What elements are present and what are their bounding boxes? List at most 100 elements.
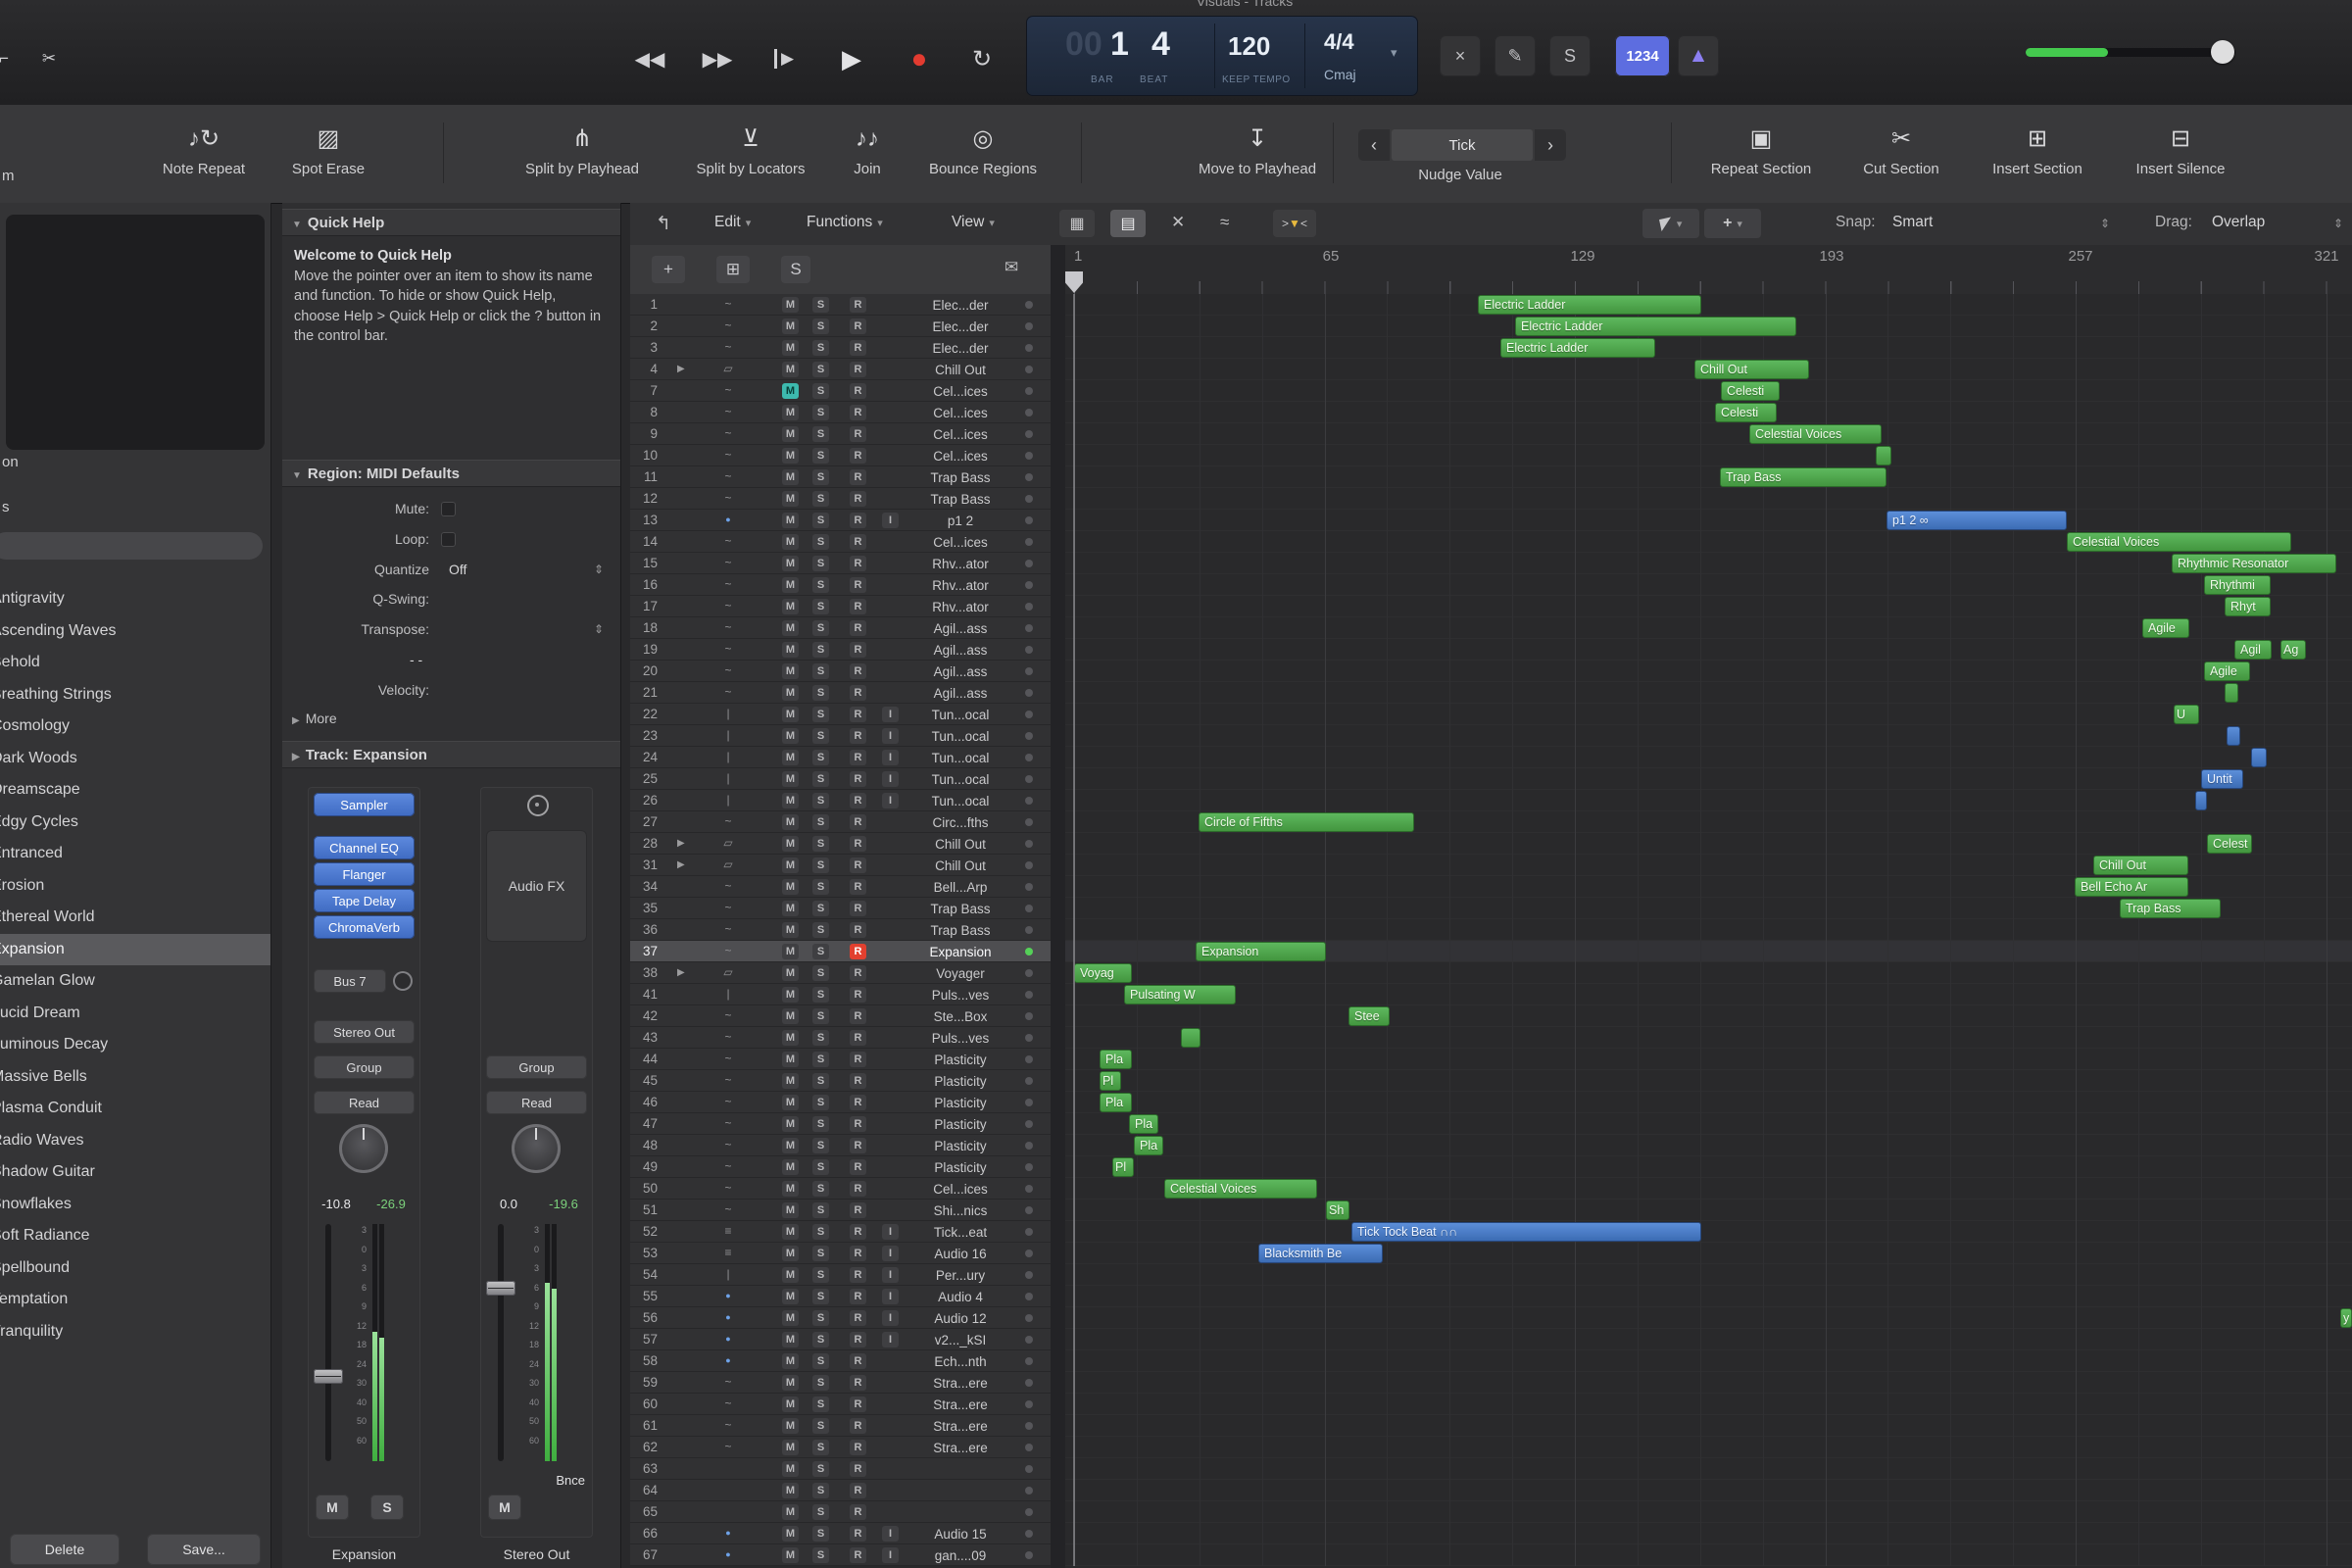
track-lane[interactable] [1065, 1523, 2352, 1544]
track-name[interactable]: Plasticity [897, 1053, 1024, 1067]
track-solo-button[interactable]: S [812, 922, 829, 938]
track-record-button[interactable]: R [850, 318, 866, 334]
track-solo-button[interactable]: S [812, 1289, 829, 1304]
checkbox[interactable] [441, 532, 456, 547]
track-name[interactable]: Tun...ocal [897, 708, 1024, 722]
stepper-icon[interactable]: ⇕ [594, 622, 604, 636]
track-record-button[interactable]: R [850, 491, 866, 507]
region[interactable]: Pla [1129, 1114, 1158, 1134]
track-record-button[interactable]: R [850, 1526, 866, 1542]
track-solo-button[interactable]: S [812, 814, 829, 830]
lcd-display[interactable]: 00 1 4 BAR BEAT 120 KEEP TEMPO 4/4 Cmaj … [1026, 16, 1418, 96]
track-name[interactable]: Cel...ices [897, 406, 1024, 420]
automation-mode[interactable]: Read [486, 1091, 587, 1114]
track-mute-button[interactable]: M [782, 491, 799, 507]
track-lane[interactable] [1065, 1156, 2352, 1178]
track-lane[interactable] [1065, 962, 2352, 984]
global-solo-button[interactable]: S [781, 256, 810, 283]
library-item[interactable]: Breathing Strings [0, 679, 270, 710]
mail-icon[interactable]: ✉ [1004, 258, 1018, 277]
track-name[interactable]: Agil...ass [897, 643, 1024, 658]
library-item[interactable]: Spellbound [0, 1252, 270, 1284]
track-header-row[interactable]: 23|MSRITun...ocal [630, 725, 1051, 747]
track-solo-button[interactable]: S [812, 901, 829, 916]
region[interactable]: Chill Out [2093, 856, 2188, 875]
updown-chevron-icon[interactable]: ⇕ [2333, 217, 2343, 230]
track-header-row[interactable]: 27~MSRCirc...fths [630, 811, 1051, 833]
track-record-button[interactable]: R [850, 405, 866, 420]
track-lane[interactable] [1065, 1544, 2352, 1566]
track-solo-button[interactable]: S [812, 1483, 829, 1498]
region[interactable]: Agil [2234, 640, 2272, 660]
toolbar-repeat-section-button[interactable]: ▣Repeat Section [1711, 119, 1812, 177]
region[interactable]: Trap Bass [2120, 899, 2221, 918]
track-name[interactable]: Chill Out [897, 858, 1024, 873]
track-record-button[interactable]: R [850, 1073, 866, 1089]
track-lane[interactable] [1065, 574, 2352, 596]
track-header-row[interactable]: 1~MSRElec...der [630, 294, 1051, 316]
disclosure-triangle-icon[interactable]: ▶ [677, 967, 685, 978]
track-solo-button[interactable]: S [812, 1267, 829, 1283]
track-solo-button[interactable]: S [812, 362, 829, 377]
region[interactable]: Sh [1326, 1200, 1349, 1220]
track-mute-button[interactable]: M [782, 1095, 799, 1110]
library-item[interactable]: Lucid Dream [0, 998, 270, 1029]
track-lane[interactable] [1065, 445, 2352, 466]
track-solo-button[interactable]: S [812, 1181, 829, 1197]
region[interactable]: Tick Tock Beat ∩∩ [1351, 1222, 1701, 1242]
track-solo-button[interactable]: S [812, 1418, 829, 1434]
track-header-row[interactable]: 10~MSRCel...ices [630, 445, 1051, 466]
track-name[interactable]: Tun...ocal [897, 751, 1024, 765]
track-header-row[interactable]: 51~MSRShi...nics [630, 1200, 1051, 1221]
record-button[interactable]: ● [890, 37, 949, 80]
nudge-value-stepper[interactable]: ‹ Tick › [1358, 129, 1566, 161]
delete-button[interactable]: Delete [10, 1534, 120, 1565]
track-lane[interactable] [1065, 1480, 2352, 1501]
track-name[interactable]: Puls...ves [897, 1031, 1024, 1046]
region[interactable] [2195, 791, 2207, 810]
track-mute-button[interactable]: M [782, 1289, 799, 1304]
track-header-row[interactable]: 34~MSRBell...Arp [630, 876, 1051, 898]
track-solo-button[interactable]: S [812, 965, 829, 981]
track-record-button[interactable]: R [850, 642, 866, 658]
track-solo-button[interactable]: S [812, 1138, 829, 1153]
plugin-slot[interactable]: Flanger [314, 862, 415, 886]
track-solo-button[interactable]: S [812, 879, 829, 895]
volume-fader[interactable] [314, 1369, 343, 1384]
track-lane[interactable] [1065, 1458, 2352, 1480]
track-record-button[interactable]: R [850, 534, 866, 550]
track-record-button[interactable]: R [850, 297, 866, 313]
metronome-button[interactable]: ▲ [1678, 35, 1719, 76]
track-header-row[interactable]: 19~MSRAgil...ass [630, 639, 1051, 661]
track-mute-button[interactable]: M [782, 340, 799, 356]
track-mute-button[interactable]: M [782, 1181, 799, 1197]
region[interactable]: Electric Ladder [1500, 338, 1655, 358]
track-mute-button[interactable]: M [782, 944, 799, 959]
library-item[interactable]: Soft Radiance [0, 1220, 270, 1251]
disclosure-triangle-icon[interactable]: ▶ [677, 838, 685, 849]
track-inspector-header[interactable]: ▶Track: Expansion [282, 741, 620, 768]
track-mute-button[interactable]: M [782, 922, 799, 938]
lanes-view-button[interactable]: ▤ [1110, 210, 1146, 237]
track-name[interactable]: Tun...ocal [897, 794, 1024, 808]
track-name[interactable]: Circ...fths [897, 815, 1024, 830]
region[interactable]: Pla [1100, 1093, 1132, 1112]
region[interactable]: Pl [1100, 1071, 1121, 1091]
region[interactable]: Chill Out [1694, 360, 1809, 379]
track-mute-button[interactable]: M [782, 1159, 799, 1175]
track-header-row[interactable]: 52≡MSRITick...eat [630, 1221, 1051, 1243]
track-solo-button[interactable]: S [812, 426, 829, 442]
track-mute-button[interactable]: M [782, 599, 799, 614]
track-header-row[interactable]: 26|MSRITun...ocal [630, 790, 1051, 811]
track-solo-button[interactable]: S [812, 1030, 829, 1046]
track-record-button[interactable]: R [850, 965, 866, 981]
toolbar-move-to-playhead-button[interactable]: ↧Move to Playhead [1199, 119, 1316, 177]
track-name[interactable]: Expansion [897, 945, 1024, 959]
track-name[interactable]: Cel...ices [897, 535, 1024, 550]
track-name[interactable]: Trap Bass [897, 492, 1024, 507]
track-header-row[interactable]: 43~MSRPuls...ves [630, 1027, 1051, 1049]
track-header-row[interactable]: 37~MSRExpansion [630, 941, 1051, 962]
library-item[interactable]: Ascending Waves [0, 615, 270, 647]
track-header-row[interactable]: 49~MSRPlasticity [630, 1156, 1051, 1178]
track-mute-button[interactable]: M [782, 858, 799, 873]
